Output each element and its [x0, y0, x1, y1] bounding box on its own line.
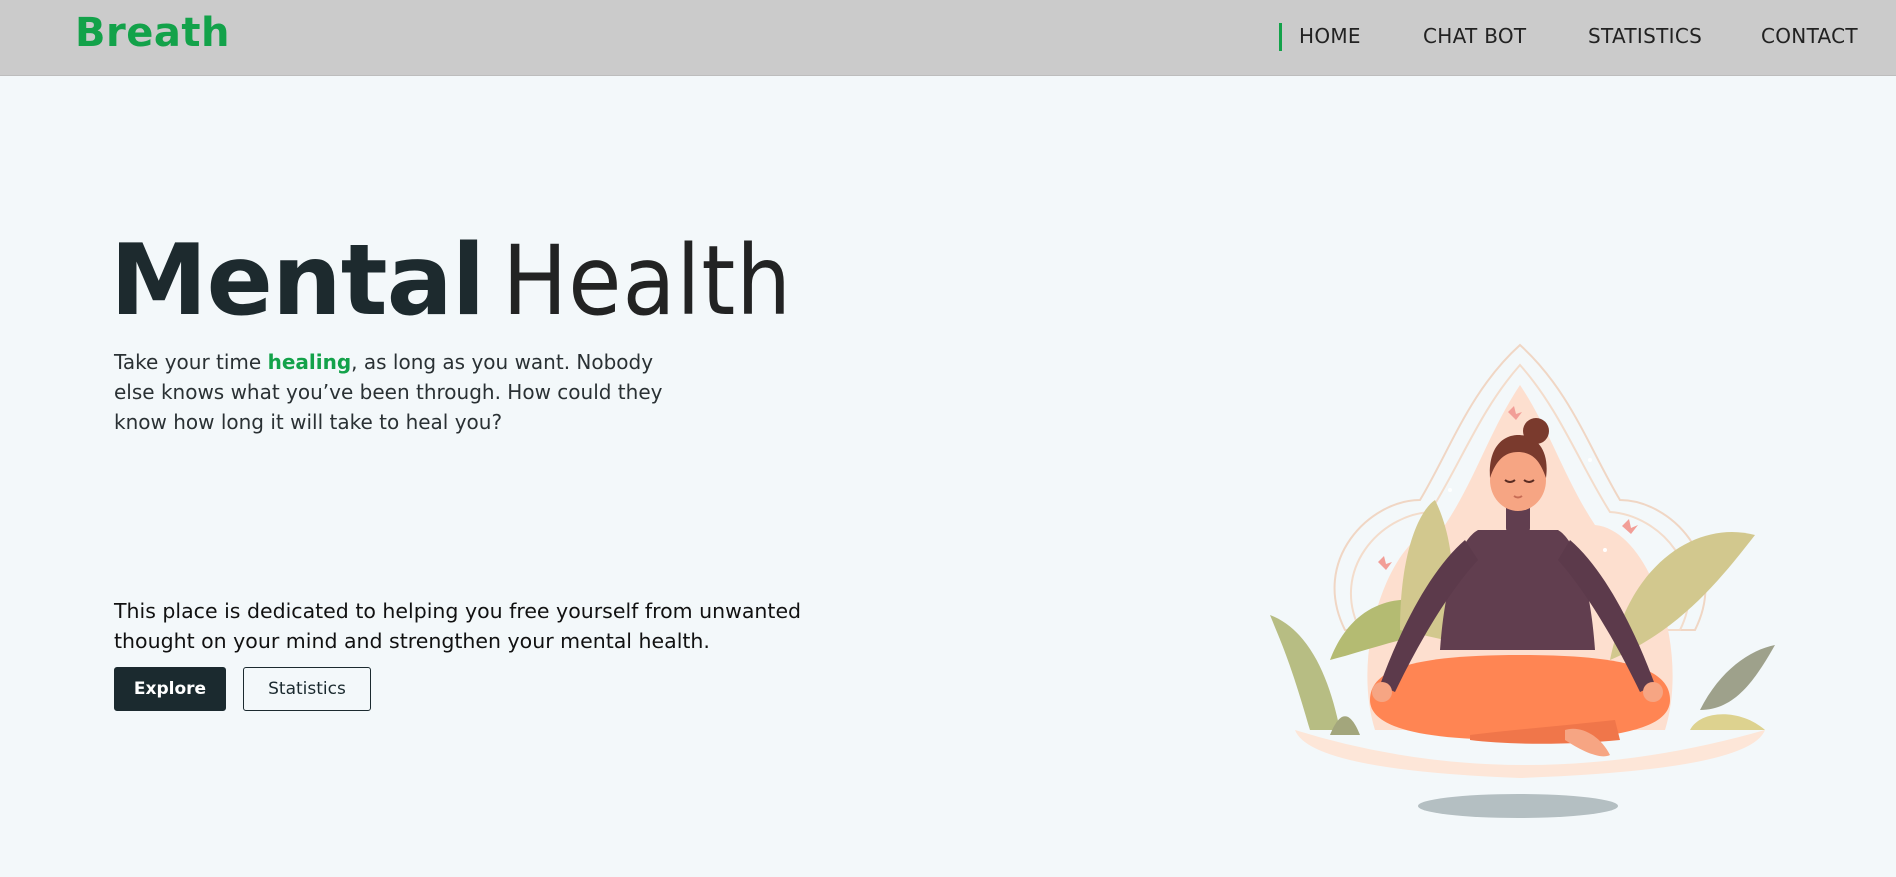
hero-title: Mental Health — [110, 232, 792, 330]
nav-active-indicator — [1279, 23, 1282, 51]
tagline-accent-word: healing — [267, 350, 352, 374]
plant-leaf-right — [1690, 714, 1765, 730]
top-navigation-bar: Breath HOME CHAT BOT STATISTICS CONTACT — [0, 0, 1896, 76]
statistics-button[interactable]: Statistics — [243, 667, 371, 711]
tagline-text-start: Take your time — [114, 350, 268, 374]
meditating-woman-illustration — [1270, 343, 1775, 818]
nav-contact[interactable]: CONTACT — [1761, 24, 1858, 48]
butterfly-icon — [1378, 556, 1392, 570]
figure-hair-bun — [1523, 418, 1549, 444]
sparkle — [1588, 458, 1592, 462]
sparkle — [1603, 548, 1607, 552]
hero-tagline: Take your time healing, as long as you w… — [114, 347, 674, 437]
figure-hand-right — [1643, 682, 1663, 702]
sparkle — [1448, 488, 1452, 492]
nav-chat-bot[interactable]: CHAT BOT — [1423, 24, 1526, 48]
butterfly-icon — [1622, 519, 1638, 534]
explore-button[interactable]: Explore — [114, 667, 226, 711]
hero-title-light: Health — [502, 225, 792, 337]
figure-hand-left — [1372, 682, 1392, 702]
figure-legs — [1370, 655, 1670, 740]
brand-logo[interactable]: Breath — [75, 10, 230, 56]
mission-statement: This place is dedicated to helping you f… — [114, 599, 802, 653]
floor-shadow — [1418, 794, 1618, 818]
hero-title-bold: Mental — [110, 224, 485, 338]
plant-leaf-right — [1700, 645, 1775, 710]
nav-statistics[interactable]: STATISTICS — [1588, 24, 1702, 48]
plant-leaf-left — [1270, 615, 1340, 730]
nav-home[interactable]: HOME — [1299, 24, 1361, 48]
